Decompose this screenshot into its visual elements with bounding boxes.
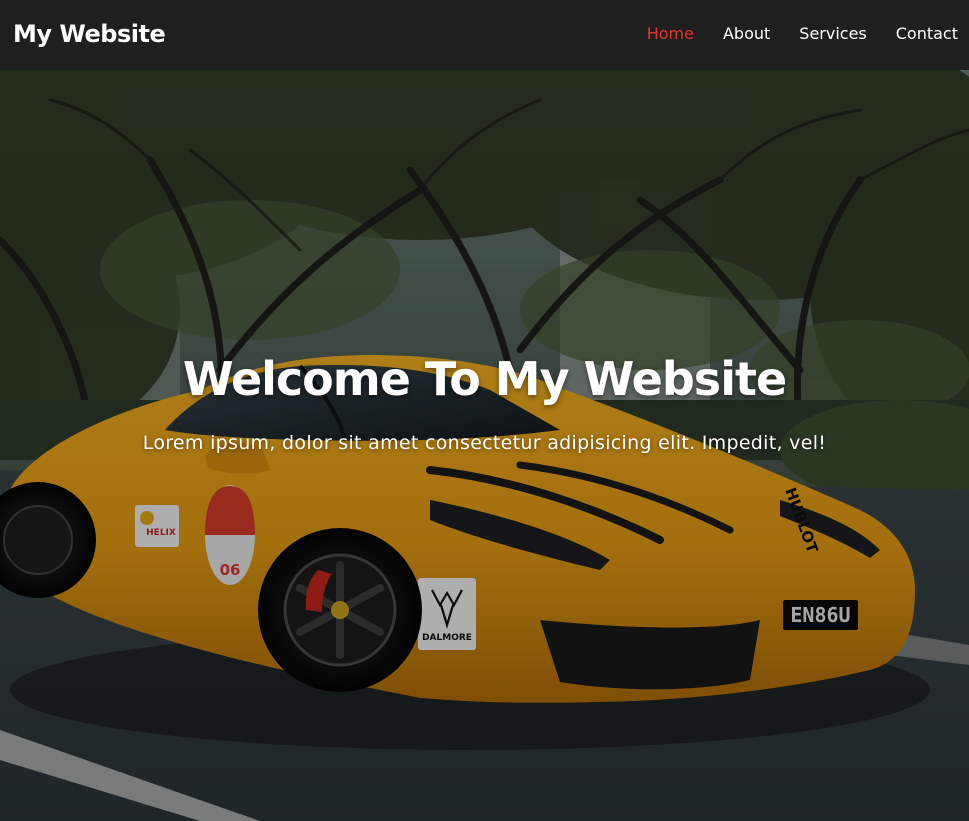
nav-menu: Home About Services Contact bbox=[618, 22, 958, 46]
site-logo[interactable]: My Website bbox=[13, 18, 166, 50]
nav-link-services[interactable]: Services bbox=[799, 22, 866, 46]
page: My Website Home About Services Contact E… bbox=[0, 0, 969, 821]
hero-subtitle: Lorem ipsum, dolor sit amet consectetur … bbox=[142, 432, 827, 454]
hero-title: Welcome To My Website bbox=[182, 352, 787, 406]
nav-link-about[interactable]: About bbox=[723, 22, 770, 46]
hero-section: EN86U 06 HELIX DALMORE HUBLOT Welcome To… bbox=[0, 70, 969, 821]
nav-link-contact[interactable]: Contact bbox=[896, 22, 958, 46]
nav-link-home[interactable]: Home bbox=[647, 22, 694, 46]
navbar: My Website Home About Services Contact bbox=[0, 0, 969, 70]
